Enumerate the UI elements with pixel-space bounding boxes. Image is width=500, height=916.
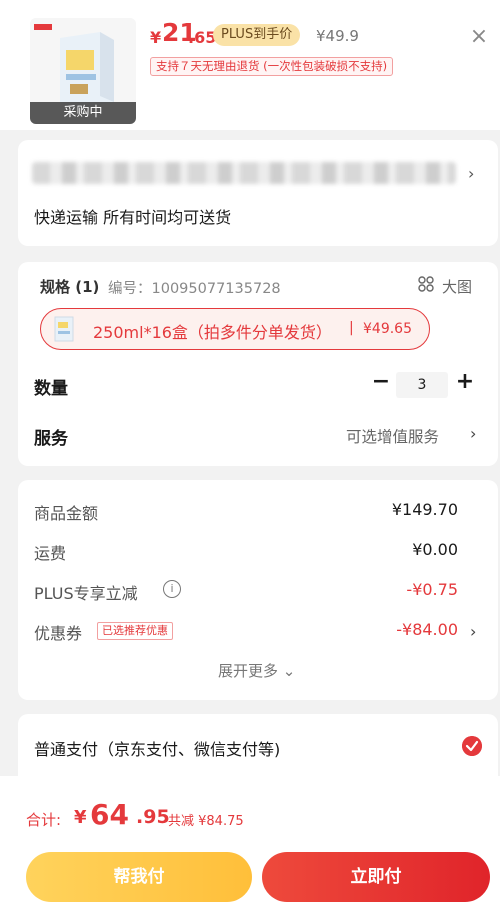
quantity-plus-button[interactable]: + bbox=[454, 370, 476, 394]
big-image-button[interactable]: 大图 bbox=[442, 276, 472, 297]
spec-title: 规格 (1) bbox=[40, 278, 100, 296]
subtotal-value: ¥149.70 bbox=[391, 500, 458, 519]
expand-more-label: 展开更多 bbox=[218, 662, 279, 680]
total-label: 合计: bbox=[26, 811, 62, 829]
expand-more-button[interactable]: 展开更多 ⌄ bbox=[218, 660, 295, 681]
coupon-badge: 已选推荐优惠 bbox=[97, 622, 173, 640]
option-separator: | bbox=[349, 320, 354, 336]
product-thumbnail[interactable]: 采购中 bbox=[30, 18, 136, 124]
checkout-footer: 合计: ¥ 64 .95 共减 ¥84.75 帮我付 立即付 bbox=[0, 776, 500, 916]
grid-icon[interactable] bbox=[418, 276, 434, 292]
quantity-input[interactable]: 3 bbox=[396, 372, 448, 398]
address-blurred bbox=[32, 162, 456, 184]
total-integer: 64 bbox=[90, 798, 129, 831]
subtotal-label: 商品金额 bbox=[34, 504, 99, 523]
option-name: 250ml*16盒（拍多件分单发货） bbox=[93, 323, 332, 342]
total-discount: 共减 ¥84.75 bbox=[168, 814, 244, 829]
spec-card: 规格 (1) 编号：10095077135728 大图 250ml*16盒（拍多… bbox=[18, 262, 498, 466]
spec-option-selected[interactable]: 250ml*16盒（拍多件分单发货） | ¥49.65 bbox=[40, 308, 430, 350]
plus-discount-value: -¥0.75 bbox=[406, 580, 458, 599]
product-code: 编号：10095077135728 bbox=[108, 281, 281, 297]
option-price: ¥49.65 bbox=[363, 321, 412, 337]
service-label: 服务 bbox=[34, 429, 68, 449]
chevron-down-icon: ⌄ bbox=[282, 662, 296, 680]
info-icon[interactable]: i bbox=[163, 580, 181, 598]
plus-price-tag: PLUS到手价 bbox=[213, 24, 301, 46]
quantity-label: 数量 bbox=[34, 379, 68, 399]
help-me-pay-button[interactable]: 帮我付 bbox=[26, 852, 252, 902]
quantity-minus-button[interactable]: − bbox=[370, 370, 392, 394]
pay-now-button[interactable]: 立即付 bbox=[262, 852, 490, 902]
shipping-value: ¥0.00 bbox=[412, 540, 458, 559]
return-policy-tag: 支持７天无理由退货 (一次性包装破损不支持) bbox=[150, 57, 394, 76]
chevron-right-icon: › bbox=[468, 164, 475, 183]
product-header: 采购中 ¥ 21 .65 PLUS到手价 ¥49.9 × 支持７天无理由退货 (… bbox=[0, 0, 500, 130]
coupon-value[interactable]: -¥84.00 bbox=[396, 620, 458, 639]
address-card[interactable]: › 快递运输 所有时间均可送货 bbox=[18, 140, 498, 246]
delivery-info: 快递运输 所有时间均可送货 bbox=[34, 208, 232, 227]
service-option-link[interactable]: 可选增值服务 bbox=[346, 425, 439, 447]
chevron-right-icon: › bbox=[470, 424, 477, 443]
price-summary-card: 商品金额 ¥149.70 运费 ¥0.00 PLUS专享立减 i -¥0.75 … bbox=[18, 480, 498, 700]
option-thumbnail-icon bbox=[54, 316, 74, 342]
price-decimal: .65 bbox=[188, 28, 217, 47]
price-currency: ¥ bbox=[150, 28, 162, 47]
plus-discount-label: PLUS专享立减 bbox=[34, 584, 138, 603]
check-icon[interactable] bbox=[462, 736, 482, 756]
chevron-right-icon[interactable]: › bbox=[470, 622, 476, 641]
purchasing-status-caption: 采购中 bbox=[30, 102, 136, 124]
total-currency: ¥ bbox=[74, 807, 87, 828]
original-price: ¥49.9 bbox=[316, 27, 359, 45]
shipping-label: 运费 bbox=[34, 544, 67, 563]
coupon-label: 优惠券 bbox=[34, 624, 83, 643]
close-icon[interactable]: × bbox=[468, 26, 490, 48]
payment-method-label: 普通支付（京东支付、微信支付等) bbox=[34, 740, 281, 759]
total-decimal: .95 bbox=[136, 806, 170, 828]
